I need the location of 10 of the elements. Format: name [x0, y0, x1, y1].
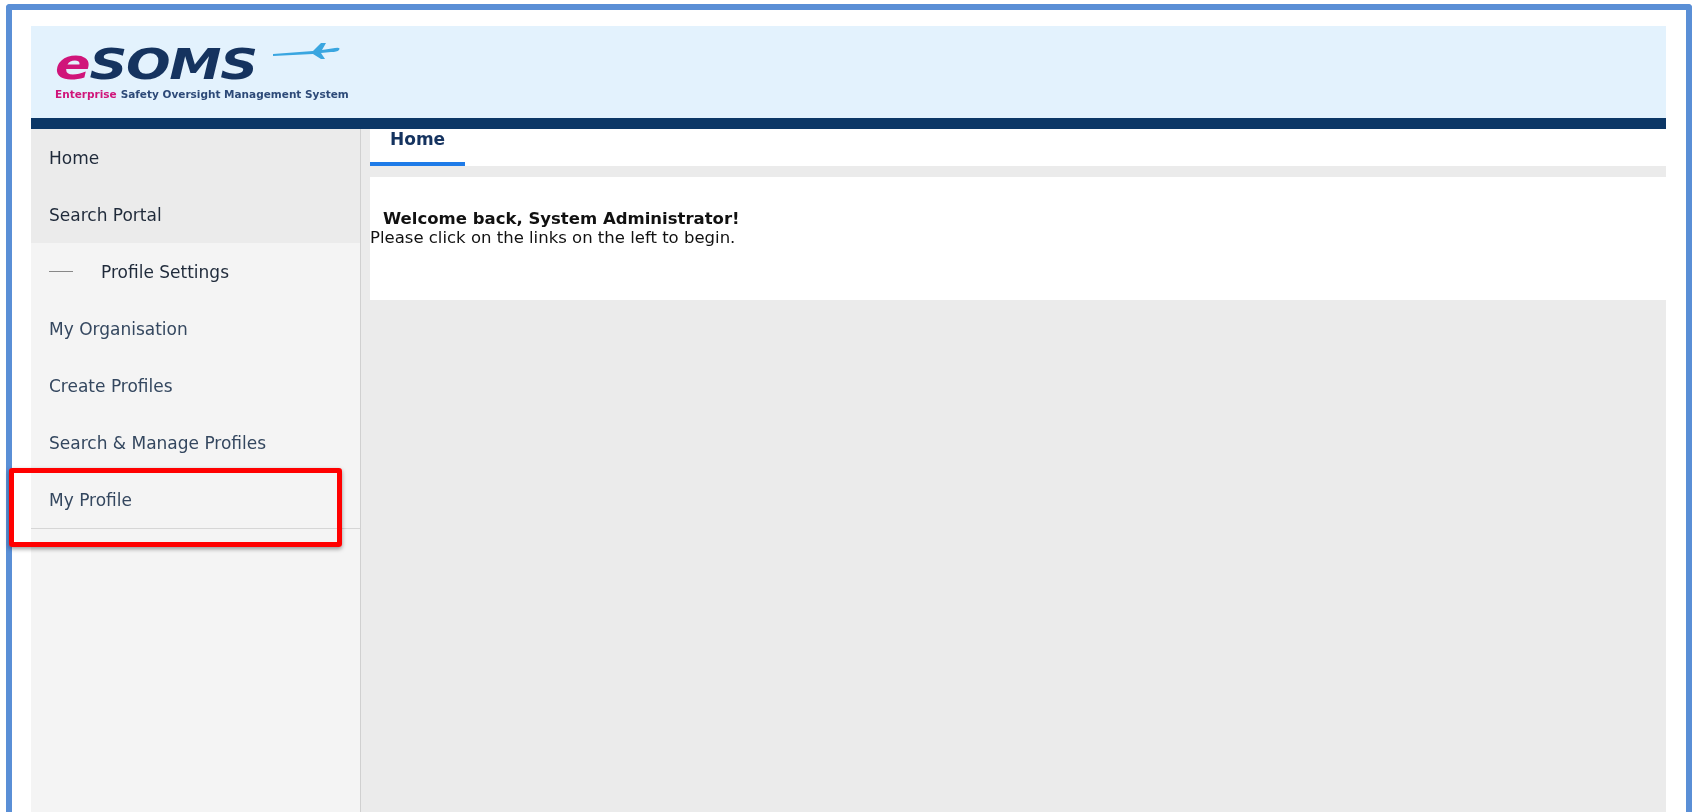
sidebar-item[interactable]: Search Portal	[31, 186, 360, 243]
welcome-heading: Welcome back, System Administrator!	[382, 209, 741, 228]
instruction-text: Please click on the links on the left to begin.	[370, 228, 737, 247]
tab[interactable]: Home	[370, 129, 466, 166]
sidebar-item[interactable]: Home	[31, 129, 360, 186]
logo-tagline-lead: Enterprise	[55, 88, 117, 100]
logo-letter: e	[55, 44, 90, 86]
logo-wordmark: SOMS	[89, 44, 257, 86]
logo-tagline: Safety Oversight Management System	[120, 88, 349, 100]
group-label: Profile Settings	[101, 261, 229, 282]
